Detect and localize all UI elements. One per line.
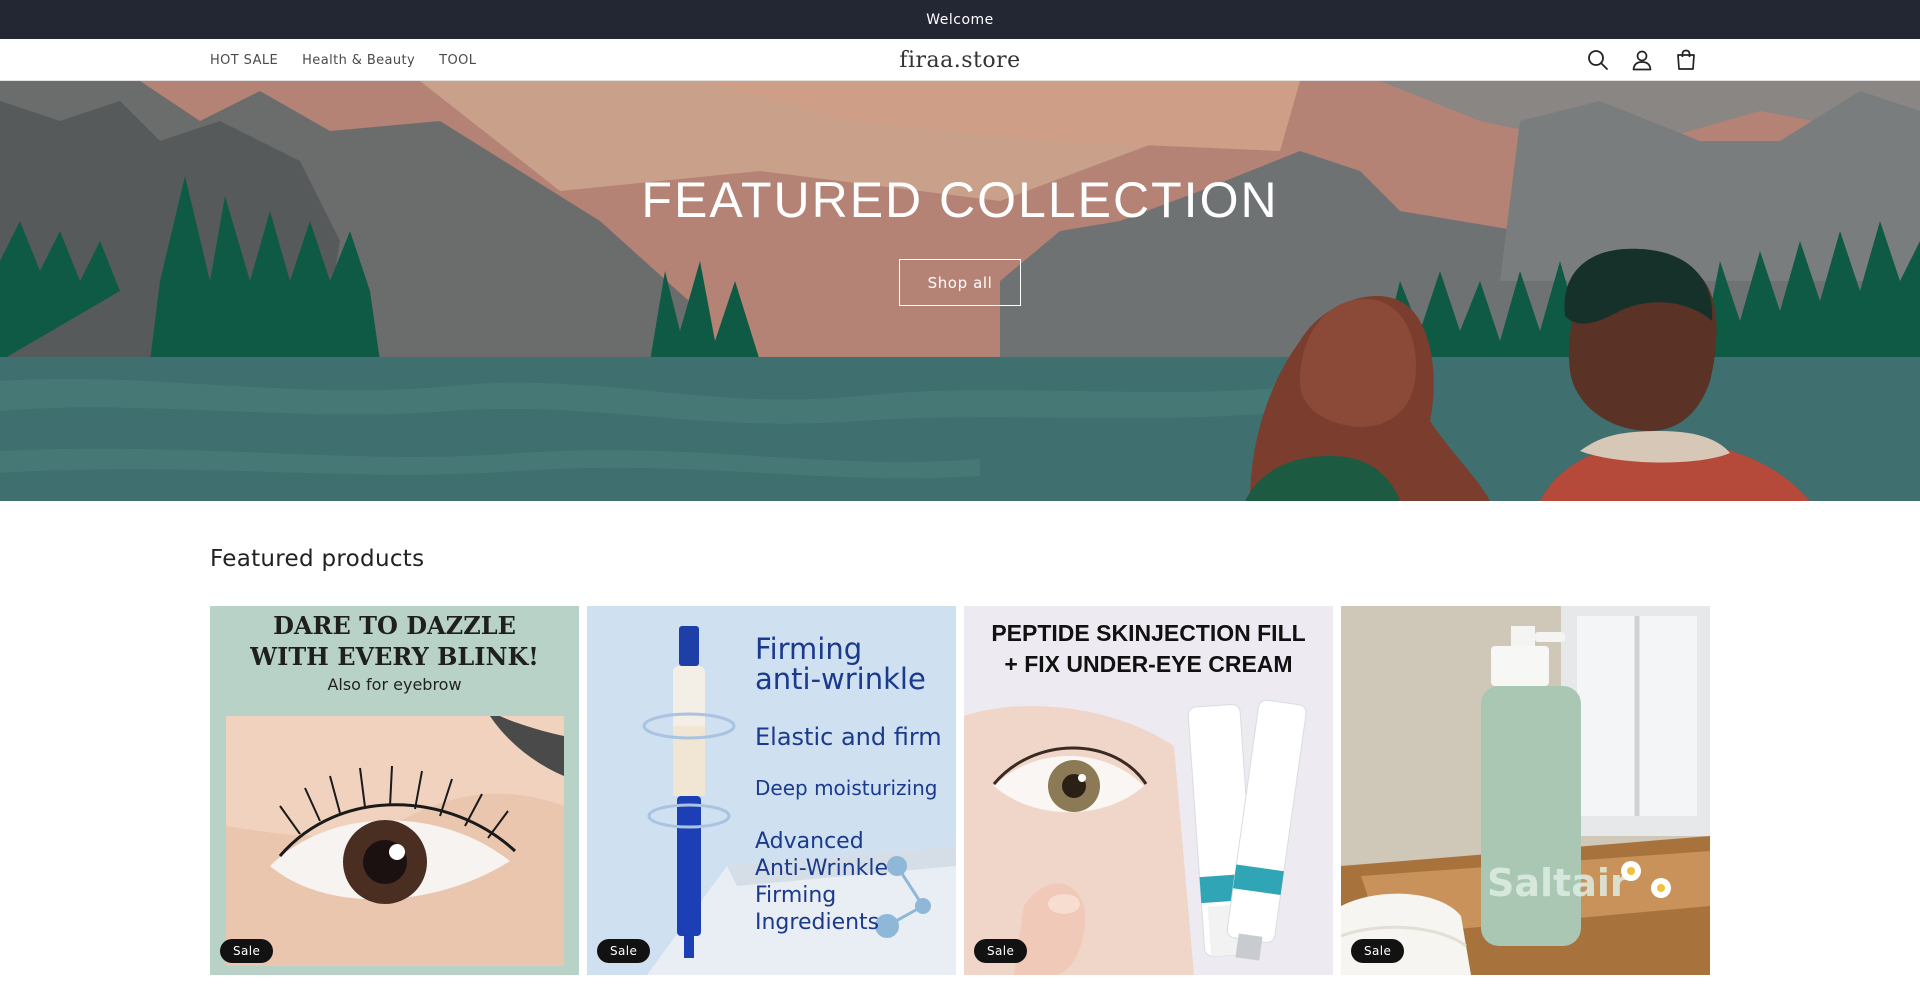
hero-title: FEATURED COLLECTION: [641, 172, 1279, 228]
nav-tool[interactable]: TOOL: [439, 53, 476, 68]
product-image-headline: DARE TO DAZZLE WITH EVERY BLINK!: [210, 610, 579, 672]
shop-all-button[interactable]: Shop all: [899, 259, 1021, 306]
cart-icon[interactable]: [1674, 48, 1698, 72]
hero-banner: FEATURED COLLECTION Shop all: [0, 81, 1920, 501]
sale-badge: Sale: [220, 939, 274, 963]
announcement-bar: Welcome: [0, 0, 1920, 39]
account-icon[interactable]: [1630, 48, 1654, 72]
product-image-text-moisturizing: Deep moisturizing: [755, 776, 938, 800]
featured-products-heading: Featured products: [210, 546, 425, 572]
product-image-text-firming: Firming anti-wrinkle: [755, 632, 926, 696]
search-icon[interactable]: [1586, 48, 1610, 72]
product-card[interactable]: Firming anti-wrinkle Elastic and firm De…: [587, 606, 956, 975]
product-image-headline: PEPTIDE SKINJECTION FILL + FIX UNDER-EYE…: [991, 620, 1306, 677]
product-card[interactable]: Saltair Sale: [1341, 606, 1710, 975]
site-logo[interactable]: firaa.store: [899, 48, 1020, 73]
product-grid: DARE TO DAZZLE WITH EVERY BLINK! Also fo…: [210, 606, 1711, 976]
nav-hot-sale[interactable]: HOT SALE: [210, 53, 278, 68]
product-image-subline: Also for eyebrow: [327, 675, 462, 694]
sale-badge: Sale: [1351, 939, 1405, 963]
product-image-text-advanced: Advanced Anti-Wrinkle Firming Ingredient…: [755, 829, 889, 935]
site-header: HOT SALE Health & Beauty TOOL firaa.stor…: [0, 39, 1920, 81]
product-image-text-elastic: Elastic and firm: [755, 723, 942, 751]
product-card[interactable]: DARE TO DAZZLE WITH EVERY BLINK! Also fo…: [210, 606, 579, 975]
product-image-headline-text: DARE TO DAZZLE WITH EVERY BLINK!: [250, 611, 539, 671]
header-icons: [1586, 39, 1698, 81]
svg-text:Saltair: Saltair: [1487, 861, 1629, 905]
product-image-bottle: Saltair: [1341, 606, 1710, 975]
nav-health-beauty[interactable]: Health & Beauty: [302, 53, 415, 68]
product-card[interactable]: PEPTIDE SKINJECTION FILL + FIX UNDER-EYE…: [964, 606, 1333, 975]
announcement-text: Welcome: [926, 11, 994, 28]
sale-badge: Sale: [597, 939, 651, 963]
sale-badge: Sale: [974, 939, 1028, 963]
main-nav: HOT SALE Health & Beauty TOOL: [210, 39, 500, 81]
